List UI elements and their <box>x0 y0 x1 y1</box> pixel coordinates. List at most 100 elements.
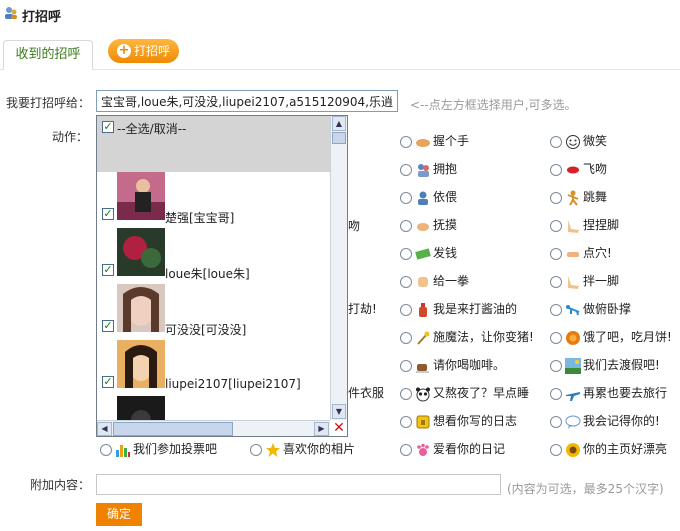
friend-checkbox[interactable]: ✓ <box>102 376 114 388</box>
money-icon <box>415 247 431 260</box>
action-option-pushups[interactable]: 做俯卧撑 <box>550 300 631 318</box>
beach-icon <box>565 357 581 374</box>
radio-button[interactable] <box>550 387 562 400</box>
action-option-punch[interactable]: 给一拳 <box>400 272 469 290</box>
radio-button[interactable] <box>550 275 562 288</box>
radio-button[interactable] <box>400 135 412 148</box>
action-option-cuddle[interactable]: 依偎 <box>400 188 457 206</box>
hand-icon <box>417 222 429 231</box>
scroll-thumb[interactable] <box>113 422 233 436</box>
radio-button[interactable] <box>550 415 562 428</box>
star-icon <box>266 442 280 457</box>
radio-button[interactable] <box>400 331 412 344</box>
radio-button[interactable] <box>400 415 412 428</box>
scroll-down-icon[interactable]: ▼ <box>332 404 346 419</box>
action-option-soy-sauce[interactable]: 我是来打酱油的 <box>400 300 517 318</box>
action-option-handshake[interactable]: 握个手 <box>400 132 469 150</box>
bottle-icon <box>419 302 427 317</box>
radio-button[interactable] <box>400 163 412 176</box>
handshake-icon <box>416 138 430 147</box>
friend-list-item[interactable]: ✓ liupei2107[liupei2107] <box>97 340 330 396</box>
friend-list-item[interactable]: ✓ loue朱[loue朱] <box>97 228 330 284</box>
tab-bar: 收到的招呼 + 打招呼 <box>0 36 680 70</box>
hug-icon <box>418 163 429 177</box>
recipient-input[interactable]: 宝宝哥,loue朱,可没没,liupei2107,a515120904,乐逍 <box>96 90 398 112</box>
action-option-trip[interactable]: 拌一脚 <box>550 272 619 290</box>
radio-button[interactable] <box>400 219 412 232</box>
radio-button[interactable] <box>400 359 412 372</box>
friend-name: liupei2107[liupei2107] <box>165 377 301 391</box>
radio-button[interactable] <box>550 191 562 204</box>
close-icon[interactable]: ✕ <box>331 420 347 436</box>
greet-button-label: 打招呼 <box>134 44 171 58</box>
greet-button[interactable]: + 打招呼 <box>108 39 179 63</box>
page-header: 打招呼 <box>0 0 680 28</box>
action-option-mooncake[interactable]: 饿了吧，吃月饼! <box>550 328 672 346</box>
action-option-vote[interactable]: 我们参加投票吧 <box>100 440 217 458</box>
action-option-smile[interactable]: 微笑 <box>550 132 607 150</box>
action-option-remember[interactable]: 我会记得你的! <box>550 412 660 430</box>
submit-button[interactable]: 确定 <box>96 503 142 526</box>
radio-button[interactable] <box>550 219 562 232</box>
horizontal-scrollbar[interactable]: ◀ ▶ <box>97 420 330 436</box>
friend-checkbox[interactable]: ✓ <box>102 320 114 332</box>
action-option-travel[interactable]: 再累也要去旅行 <box>550 384 667 402</box>
select-all-row[interactable]: ✓ --全选/取消-- <box>97 116 330 172</box>
smile-icon <box>566 134 580 149</box>
action-option-read-blog[interactable]: 想看你写的日志 <box>400 412 517 430</box>
scroll-left-icon[interactable]: ◀ <box>97 422 112 436</box>
action-option-magic[interactable]: 施魔法，让你变猪! <box>400 328 534 346</box>
radio-button[interactable] <box>400 387 412 400</box>
action-option-kiss[interactable]: 飞吻 <box>550 160 607 178</box>
friend-checkbox[interactable]: ✓ <box>102 264 114 276</box>
action-option-diary[interactable]: 爱看你的日记 <box>400 440 505 458</box>
scroll-right-icon[interactable]: ▶ <box>314 422 329 436</box>
action-option-foot-massage[interactable]: 捏捏脚 <box>550 216 619 234</box>
action-option-dance[interactable]: 跳舞 <box>550 188 607 206</box>
action-option-sleep[interactable]: 又熬夜了？早点睡 <box>400 384 529 402</box>
radio-button[interactable] <box>400 247 412 260</box>
tab-received-greetings[interactable]: 收到的招呼 <box>3 40 93 70</box>
cuddle-icon <box>418 191 428 205</box>
select-all-checkbox[interactable]: ✓ <box>102 121 114 133</box>
scroll-thumb[interactable] <box>332 132 346 144</box>
paw-icon <box>417 443 429 456</box>
radio-button[interactable] <box>100 443 112 456</box>
action-option-acupoint[interactable]: 点穴! <box>550 244 612 262</box>
radio-button[interactable] <box>550 359 562 372</box>
action-option-money[interactable]: 发钱 <box>400 244 457 262</box>
radio-button[interactable] <box>550 135 562 148</box>
foot-icon <box>568 275 579 289</box>
radio-button[interactable] <box>550 443 562 456</box>
radio-button[interactable] <box>400 443 412 456</box>
vertical-scrollbar[interactable]: ▲ ▼ <box>330 116 347 420</box>
action-option-like-photos[interactable]: 喜欢你的相片 <box>250 440 355 458</box>
action-option-nice-homepage[interactable]: 你的主页好漂亮 <box>550 440 667 458</box>
foot-icon <box>568 219 579 233</box>
fist-icon <box>418 276 428 287</box>
pushup-icon <box>566 304 580 315</box>
radio-button[interactable] <box>400 275 412 288</box>
friend-list-item[interactable]: ✓ 楚强[宝宝哥] <box>97 172 330 228</box>
radio-button[interactable] <box>550 247 562 260</box>
dancer-icon <box>567 190 579 206</box>
friend-list-item[interactable]: ✓ 可没没[可没没] <box>97 284 330 340</box>
radio-button[interactable] <box>550 303 562 316</box>
friend-picker-list[interactable]: ✓ --全选/取消-- ✓ 楚强[宝宝哥] ✓ loue朱[loue朱] ✓ 可… <box>96 115 348 437</box>
scroll-up-icon[interactable]: ▲ <box>332 116 346 131</box>
friend-checkbox[interactable]: ✓ <box>102 208 114 220</box>
to-label: 我要打招呼给： <box>6 96 91 110</box>
action-option-stroke[interactable]: 抚摸 <box>400 216 457 234</box>
radio-button[interactable] <box>400 303 412 316</box>
radio-button[interactable] <box>550 331 562 344</box>
magic-wand-icon <box>417 331 430 345</box>
action-option-vacation[interactable]: 我们去渡假吧! <box>550 356 660 374</box>
radio-button[interactable] <box>550 163 562 176</box>
extra-content-input[interactable] <box>96 474 501 495</box>
mooncake-icon <box>566 330 580 345</box>
radio-button[interactable] <box>250 443 262 456</box>
radio-button[interactable] <box>400 191 412 204</box>
action-option-hug[interactable]: 拥抱 <box>400 160 457 178</box>
users-icon <box>5 7 17 19</box>
action-option-coffee[interactable]: 请你喝咖啡。 <box>400 356 505 374</box>
